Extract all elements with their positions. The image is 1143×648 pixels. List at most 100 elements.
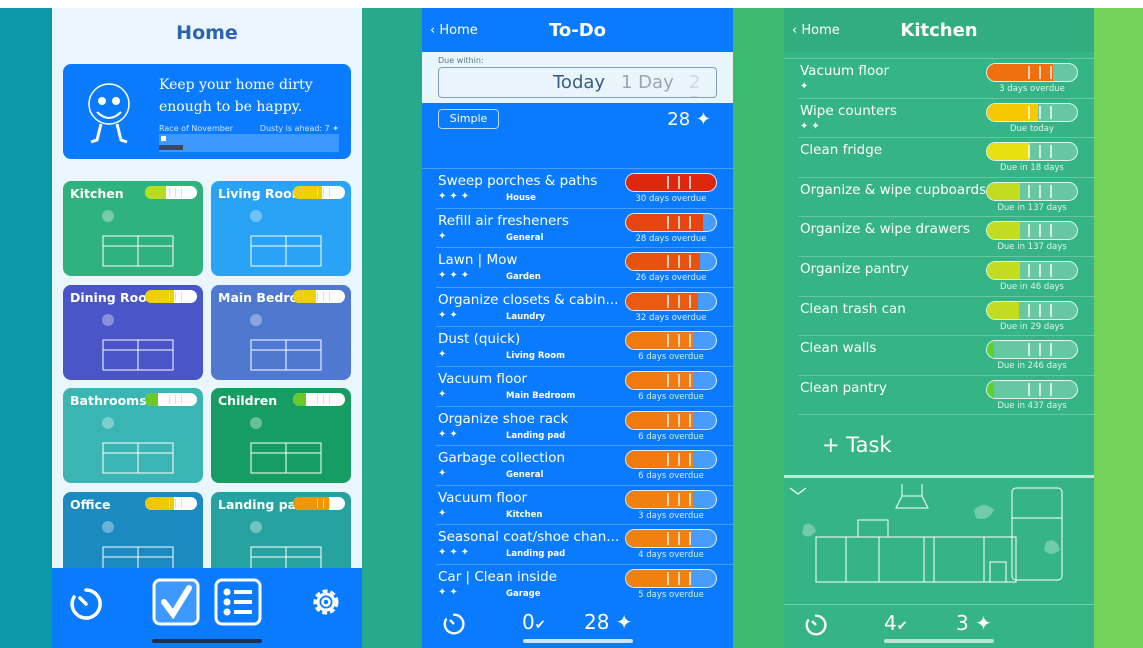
- task-progress-bar: [625, 370, 717, 390]
- room-name: Living Room: [218, 186, 305, 201]
- task-row[interactable]: Organize closets & cabin... ✦✦ Laundry 32 d…: [436, 288, 733, 328]
- picker-option[interactable]: Today: [553, 72, 605, 93]
- task-row[interactable]: Dust (quick) ✦ Living Room 6 days overdue: [436, 327, 733, 367]
- todo-checkbox-icon[interactable]: [152, 578, 200, 626]
- task-name: Clean walls: [800, 340, 877, 357]
- room-tile[interactable]: Living Room: [211, 181, 351, 276]
- back-button[interactable]: ‹ Home: [792, 23, 840, 38]
- points-earned: 3 ✦: [956, 611, 992, 635]
- room-illustration: [102, 417, 174, 474]
- effort-icons: ✦✦✦: [438, 191, 473, 202]
- page-title: Home: [176, 22, 238, 44]
- background-strip: [1094, 8, 1143, 648]
- simple-mode-button[interactable]: Simple: [438, 109, 499, 129]
- back-button[interactable]: ‹ Home: [430, 23, 478, 38]
- task-row[interactable]: Vacuum floor ✦ Main Bedroom 6 days overdue: [436, 367, 733, 407]
- motivation-banner[interactable]: Keep your home dirty enough to be happy.…: [63, 64, 351, 159]
- task-status: 26 days overdue: [635, 273, 707, 284]
- room-tile[interactable]: Main Bedroom: [211, 284, 351, 380]
- completed-value: 4: [884, 611, 897, 635]
- race-label: Race of November: [159, 124, 234, 133]
- task-row[interactable]: Clean pantry Due in 437 days: [798, 376, 1094, 416]
- list-icon[interactable]: [214, 578, 262, 626]
- points-total: 28 ✦: [667, 109, 711, 130]
- task-row[interactable]: Vacuum floor ✦ Kitchen 3 days overdue: [436, 486, 733, 526]
- task-row[interactable]: Vacuum floor ✦ 3 days overdue: [798, 59, 1094, 99]
- add-task-button[interactable]: + Task: [784, 415, 1094, 478]
- picker-option[interactable]: 2 D: [689, 72, 716, 97]
- effort-icons: ✦✦✦: [438, 547, 473, 559]
- task-progress-bar: [625, 252, 717, 272]
- task-name: Organize closets & cabin...: [438, 291, 619, 308]
- room-tile[interactable]: Children: [211, 388, 351, 483]
- task-row[interactable]: Organize shoe rack ✦✦ Landing pad 6 days ov…: [436, 407, 733, 447]
- room-name: Landing pad: [218, 496, 306, 512]
- timer-icon[interactable]: [804, 613, 828, 637]
- completed-value: 0: [522, 610, 535, 634]
- task-progress-bar: [986, 142, 1078, 162]
- task-row[interactable]: Organize pantry Due in 46 days: [798, 257, 1094, 297]
- background-strip: [362, 8, 422, 648]
- room-illustration: [102, 313, 174, 370]
- task-name: Vacuum floor: [800, 63, 890, 79]
- task-name: Seasonal coat/shoe chan...: [438, 529, 620, 546]
- task-status: 4 days overdue: [638, 550, 704, 561]
- due-within-picker[interactable]: Today 1 Day 2 D: [438, 67, 717, 98]
- task-row[interactable]: Lawn | Mow ✦✦✦ Garden 26 days overdue: [436, 248, 733, 288]
- task-row[interactable]: Organize & wipe cupboards Due in 137 days: [798, 178, 1094, 218]
- task-progress-bar: [986, 300, 1078, 320]
- task-row[interactable]: Garbage collection ✦ General 6 days overdue: [436, 446, 733, 486]
- task-status: 6 days overdue: [638, 471, 704, 482]
- task-name: Clean trash can: [800, 300, 906, 317]
- check-circle-icon: ✔: [896, 619, 908, 634]
- task-row[interactable]: Clean trash can Due in 29 days: [798, 297, 1094, 337]
- task-progress-bar: [625, 173, 717, 192]
- task-list: Sweep porches & paths ✦✦✦ House 30 days ove…: [422, 168, 733, 605]
- completed-count: 0✔: [522, 610, 546, 634]
- effort-icons: ✦: [438, 507, 450, 519]
- task-progress-bar: [625, 568, 717, 588]
- settings-gear-icon[interactable]: [308, 584, 344, 620]
- task-name: Wipe counters: [800, 102, 897, 119]
- effort-icons: ✦✦: [438, 428, 461, 440]
- due-within-section: Due within: Today 1 Day 2 D: [422, 52, 733, 103]
- task-row[interactable]: Refill air fresheners ✦ General 28 days ove…: [436, 209, 733, 249]
- task-row[interactable]: Wipe counters ✦✦ Due today: [798, 99, 1094, 139]
- task-name: Vacuum floor: [438, 370, 528, 387]
- task-row[interactable]: Clean walls Due in 246 days: [798, 336, 1094, 376]
- task-progress-bar: [986, 102, 1078, 122]
- kitchen-screen: ‹ Home Kitchen Vacuum floor ✦ 3 days overd…: [784, 8, 1094, 648]
- task-progress-bar: [625, 489, 717, 509]
- task-row[interactable]: Seasonal coat/shoe chan... ✦✦✦ Landing pad…: [436, 525, 733, 565]
- task-row[interactable]: Sweep porches & paths ✦✦✦ House 30 days ove…: [436, 169, 733, 209]
- effort-icons: ✦: [438, 230, 450, 242]
- room-tile[interactable]: Kitchen: [63, 181, 203, 276]
- task-status: Due today: [1009, 123, 1055, 134]
- room-tile[interactable]: Bathrooms: [63, 388, 203, 483]
- background-strip: [0, 8, 52, 648]
- task-row[interactable]: Car | Clean inside ✦✦ Garage 5 days overdue: [436, 565, 733, 605]
- effort-icons: ✦: [800, 81, 812, 92]
- task-name: Organize & wipe drawers: [800, 221, 970, 238]
- room-name: Kitchen: [70, 186, 124, 201]
- task-progress-bar: [625, 529, 717, 549]
- task-progress-bar: [986, 221, 1078, 241]
- kitchen-illustration: [789, 484, 1063, 583]
- task-row[interactable]: Organize & wipe drawers Due in 137 days: [798, 217, 1094, 257]
- effort-icons: ✦: [438, 349, 450, 361]
- task-room: House: [506, 193, 536, 203]
- task-status: Due in 137 days: [997, 242, 1067, 253]
- timer-icon[interactable]: [442, 612, 466, 636]
- room-tile[interactable]: Dining Room: [63, 284, 203, 380]
- task-status: Due in 137 days: [997, 202, 1067, 213]
- cleanliness-bar: [145, 186, 197, 199]
- points-earned: 28 ✦: [584, 610, 633, 634]
- task-row[interactable]: Clean fridge Due in 18 days: [798, 138, 1094, 178]
- cleanliness-bar: [145, 496, 197, 510]
- bottom-bar: 0✔ 28 ✦: [422, 604, 733, 648]
- collapse-chevron-icon[interactable]: [789, 487, 807, 495]
- task-progress-bar: [625, 450, 717, 470]
- timer-icon[interactable]: [68, 586, 104, 622]
- picker-option[interactable]: 1 Day: [621, 72, 674, 93]
- task-progress-bar: [625, 410, 717, 430]
